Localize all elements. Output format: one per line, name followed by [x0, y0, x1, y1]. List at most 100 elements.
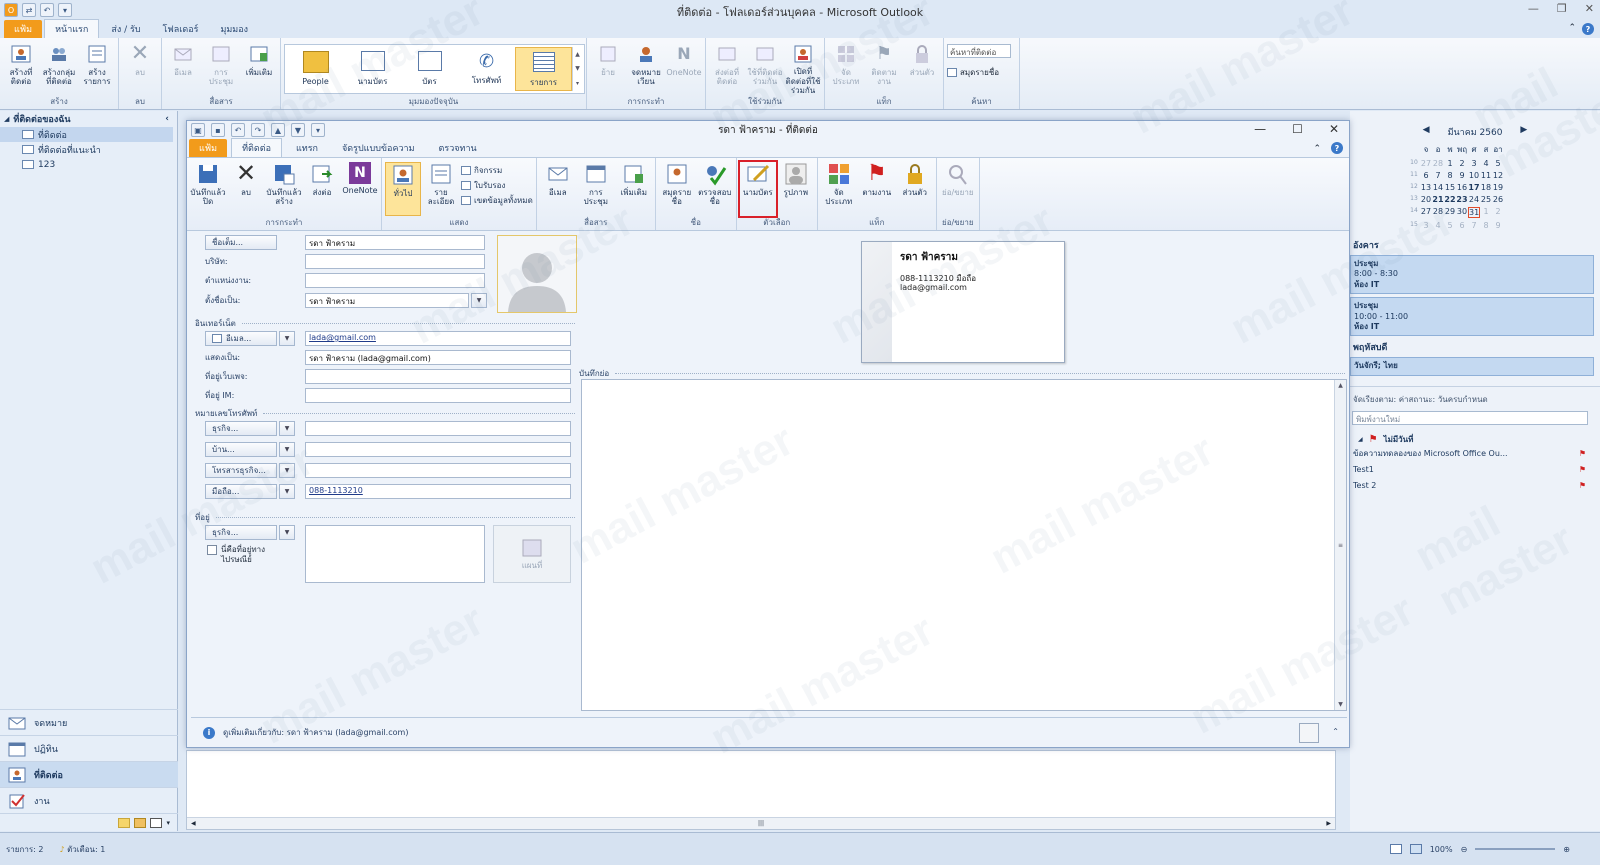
more-button[interactable]: เพิ่มเติม: [241, 42, 277, 95]
calendar-day[interactable]: 2: [1492, 207, 1504, 218]
share-contacts-button[interactable]: ใช้ที่ติดต่อร่วมกัน: [747, 42, 783, 95]
full-name-input[interactable]: รดา ฟ้าคราม: [305, 235, 485, 250]
minimize-ribbon-icon[interactable]: ⌃: [1568, 23, 1576, 35]
phone-type-dropdown[interactable]: ▼: [279, 463, 295, 478]
certificates-button[interactable]: ใบรับรอง: [461, 179, 533, 192]
folder-list-icon[interactable]: [134, 817, 147, 828]
tab-send-receive[interactable]: ส่ง / รับ: [101, 20, 150, 38]
address-type-button[interactable]: ธุรกิจ...: [205, 525, 277, 540]
calendar-day[interactable]: 27: [1420, 159, 1432, 168]
forward-contact-button[interactable]: ส่งต่อที่ติดต่อ: [709, 42, 745, 95]
email-button[interactable]: อีเมล...: [205, 331, 277, 346]
task-flag-icon[interactable]: ⚑: [1579, 481, 1586, 490]
map-it-button[interactable]: แผนที่: [493, 525, 571, 583]
calendar-day[interactable]: 4: [1480, 159, 1492, 168]
phone-number-input[interactable]: [305, 442, 571, 457]
activities-button[interactable]: กิจกรรม: [461, 164, 533, 177]
contact-close-button[interactable]: ✕: [1329, 122, 1339, 136]
view-card[interactable]: บัตร: [401, 47, 458, 91]
calendar-day[interactable]: 17: [1468, 183, 1480, 192]
view-list[interactable]: รายการ: [515, 47, 572, 91]
calendar-day[interactable]: 19: [1492, 183, 1504, 192]
calendar-day[interactable]: 15: [1444, 183, 1456, 192]
calendar-day[interactable]: 28: [1432, 159, 1444, 168]
calendar-day[interactable]: 23: [1456, 195, 1468, 204]
phone-type-button[interactable]: บ้าน...: [205, 442, 277, 457]
private-button[interactable]: ส่วนตัว: [904, 42, 940, 95]
contact-photo[interactable]: [497, 235, 577, 313]
phone-type-dropdown[interactable]: ▼: [279, 421, 295, 436]
calendar-day[interactable]: 6: [1420, 171, 1432, 180]
web-page-input[interactable]: [305, 369, 571, 384]
onenote-button[interactable]: N OneNote: [666, 42, 702, 95]
normal-view-icon[interactable]: [1389, 844, 1402, 854]
email-input[interactable]: lada@gmail.com: [305, 331, 571, 346]
delete-button[interactable]: ✕ ลบ: [122, 41, 158, 95]
company-input[interactable]: [305, 254, 485, 269]
new-items-button[interactable]: สร้างรายการ: [79, 42, 115, 95]
help-icon[interactable]: ?: [1582, 23, 1594, 35]
contact-delete-button[interactable]: ✕ ลบ: [228, 159, 264, 216]
calendar-day[interactable]: 31: [1468, 207, 1480, 218]
contact-meeting-button[interactable]: การประชุม: [578, 162, 614, 216]
contact-more-button[interactable]: เพิ่มเติม: [616, 162, 652, 216]
phone-type-button[interactable]: มือถือ...: [205, 484, 277, 499]
my-contacts-header[interactable]: ◢ ที่ติดต่อของฉัน ‹: [0, 111, 177, 127]
gallery-scroll[interactable]: ▲ ▼ ▾: [572, 47, 582, 91]
folder-contacts[interactable]: ที่ติดต่อ: [0, 127, 173, 142]
calendar-day[interactable]: 22: [1444, 195, 1456, 204]
categorize-button[interactable]: จัดประเภท: [828, 42, 864, 95]
close-button[interactable]: ✕: [1585, 2, 1594, 15]
calendar-day[interactable]: 18: [1480, 183, 1492, 192]
im-address-input[interactable]: [305, 388, 571, 403]
calendar-day[interactable]: 26: [1492, 195, 1504, 204]
calendar-day[interactable]: 13: [1420, 183, 1432, 192]
contact-follow-up-button[interactable]: ⚑ ตามงาน: [859, 161, 895, 216]
nav-tasks-button[interactable]: งาน: [0, 787, 178, 813]
email-button[interactable]: อีเมล: [165, 42, 201, 95]
follow-up-button[interactable]: ⚑ ติดตามงาน: [866, 42, 902, 95]
contact-onenote-button[interactable]: N OneNote: [342, 162, 378, 216]
task-flag-icon[interactable]: ⚑: [1579, 449, 1586, 458]
calendar-day[interactable]: 29: [1444, 207, 1456, 218]
task-item[interactable]: Test 2 ⚑: [1350, 478, 1600, 494]
notes-textarea[interactable]: ▲ ≡ ▼: [581, 379, 1347, 711]
all-fields-button[interactable]: เขตข้อมูลทั้งหมด: [461, 194, 533, 207]
prev-month-icon[interactable]: ◀: [1423, 125, 1430, 139]
calendar-day[interactable]: 30: [1456, 207, 1468, 218]
undo-icon[interactable]: ↶: [231, 123, 245, 137]
calendar-day[interactable]: 7: [1468, 221, 1480, 230]
contact-tab-contact[interactable]: ที่ติดต่อ: [231, 138, 282, 157]
task-item[interactable]: Test1 ⚑: [1350, 462, 1600, 478]
calendar-day[interactable]: 5: [1492, 159, 1504, 168]
zoom-button[interactable]: ย่อ/ขยาย: [940, 162, 976, 216]
phone-type-button[interactable]: ธุรกิจ...: [205, 421, 277, 436]
save-new-button[interactable]: บันทึกแล้วสร้าง: [266, 162, 302, 216]
send-receive-icon[interactable]: ⇄: [22, 3, 36, 17]
people-pane-avatar[interactable]: [1299, 723, 1319, 743]
check-names-button[interactable]: ตรวจสอบชื่อ: [697, 162, 733, 216]
expand-people-pane-icon[interactable]: ⌃: [1332, 727, 1339, 736]
view-business-card[interactable]: นามบัตร: [344, 47, 401, 91]
next-month-icon[interactable]: ▶: [1520, 125, 1527, 139]
contact-minimize-ribbon-icon[interactable]: ⌃: [1313, 144, 1321, 154]
file-as-dropdown[interactable]: ▼: [471, 293, 487, 308]
business-card-preview[interactable]: รดา ฟ้าคราม 088-1113210 มือถือ lada@gmai…: [861, 241, 1065, 363]
open-shared-contacts-button[interactable]: เปิดที่ติดต่อที่ใช้ร่วมกัน: [785, 42, 821, 95]
phone-type-button[interactable]: โทรสารธุรกิจ...: [205, 463, 277, 478]
appointment-item[interactable]: วันจักรี; ไทย: [1350, 357, 1594, 376]
address-book-button[interactable]: สมุดรายชื่อ: [659, 162, 695, 216]
tab-home[interactable]: หน้าแรก: [44, 19, 100, 38]
address-book-button[interactable]: สมุดรายชื่อ: [947, 66, 1016, 79]
reminder-count[interactable]: ♪ ตัวเตือน: 1: [59, 843, 105, 856]
move-button[interactable]: ย้าย: [590, 42, 626, 95]
phone-number-input[interactable]: 088-1113210: [305, 484, 571, 499]
full-name-button[interactable]: ชื่อเต็ม...: [205, 235, 277, 250]
task-item[interactable]: ข้อความทดลองของ Microsoft Office Ou... ⚑: [1350, 446, 1600, 462]
search-contacts-input[interactable]: ค้นหาที่ติดต่อ: [947, 44, 1011, 58]
tab-folder[interactable]: โฟลเดอร์: [153, 20, 209, 38]
contact-categorize-button[interactable]: จัดประเภท: [821, 162, 857, 216]
appointment-item[interactable]: ประชุม 10:00 - 11:00 ห้อง IT: [1350, 297, 1594, 337]
calendar-day[interactable]: 24: [1468, 195, 1480, 204]
calendar-day[interactable]: 20: [1420, 195, 1432, 204]
